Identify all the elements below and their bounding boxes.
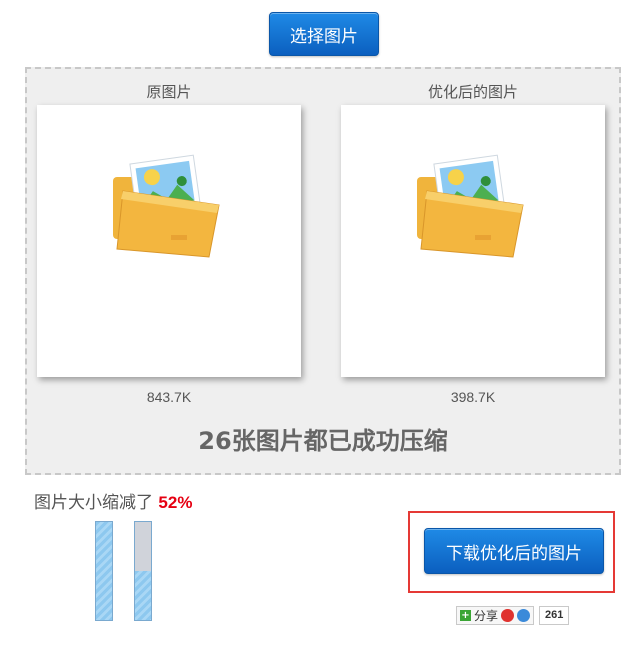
folder-image-icon: [417, 154, 524, 258]
optimized-size: 398.7K: [450, 389, 496, 405]
optimized-size-bar: [134, 521, 152, 621]
share-button[interactable]: + 分享: [456, 606, 535, 625]
compression-summary: 26张图片都已成功压缩: [198, 427, 448, 455]
share-count: 261: [539, 606, 570, 625]
optimized-image-label: 优化后的图片: [427, 83, 518, 101]
optimized-size-bar-fill: [135, 571, 151, 620]
folder-image-icon: [113, 154, 220, 258]
qzone-icon[interactable]: [517, 609, 531, 622]
original-size: 843.7K: [146, 389, 192, 405]
select-image-button[interactable]: 选择图片: [269, 12, 379, 56]
original-size-bar: [95, 521, 113, 621]
plus-icon: +: [460, 610, 471, 621]
original-image-frame: [37, 105, 301, 377]
download-optimized-button[interactable]: 下载优化后的图片: [424, 528, 604, 574]
reduction-percent: 52%: [158, 493, 193, 512]
reduction-prefix: 图片大小缩减了: [34, 493, 159, 513]
original-image-label: 原图片: [146, 83, 192, 101]
share-widget[interactable]: + 分享 261: [456, 606, 570, 625]
share-label: 分享: [474, 609, 499, 623]
weibo-icon[interactable]: [501, 609, 515, 622]
reduction-text: 图片大小缩减了 52%: [34, 488, 192, 513]
original-size-bar-fill: [96, 522, 112, 620]
comparison-panel: 原图片 优化后的图片 843.7K 398.7K 26张图片都已成功压缩: [25, 67, 621, 475]
optimized-image-frame: [341, 105, 605, 377]
